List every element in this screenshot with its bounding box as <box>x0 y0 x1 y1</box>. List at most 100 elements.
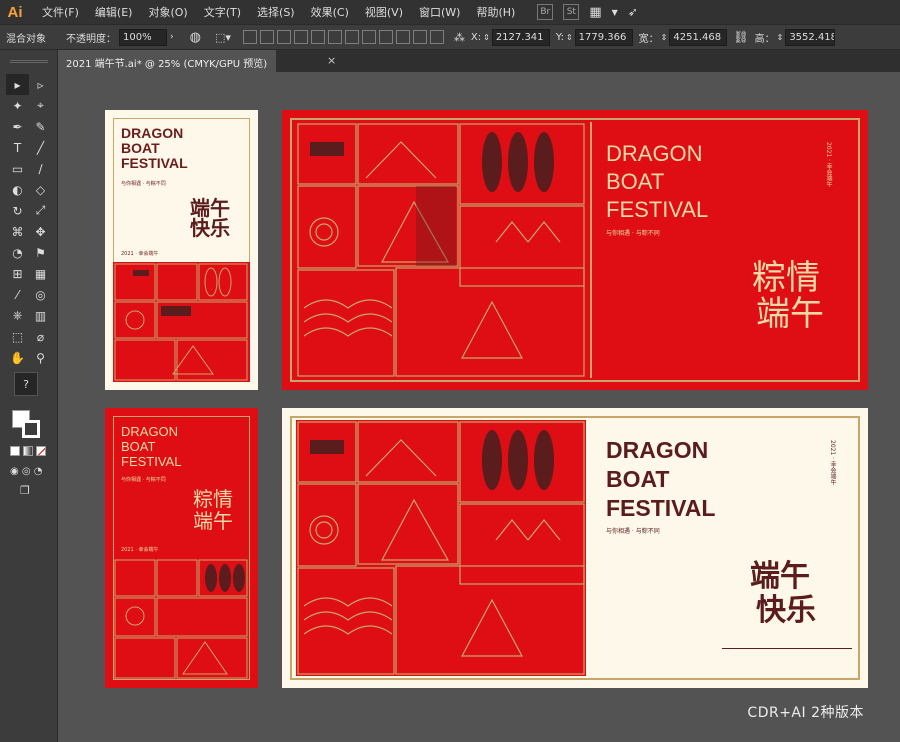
distribute-left-icon[interactable] <box>395 30 410 44</box>
gradient-mode-icon[interactable] <box>23 446 33 456</box>
poster-title-en: DRAGON BOAT FESTIVAL <box>121 126 188 171</box>
none-mode-icon[interactable] <box>36 446 46 456</box>
cn-zongqing: 粽情 <box>752 258 820 298</box>
slogan-text: 与你相遇 · 与粽不同 <box>606 230 660 237</box>
stroke-swatch[interactable] <box>22 420 40 438</box>
canvas[interactable]: DRAGON BOAT FESTIVAL 与你相遇 · 与粽不同 端午 快乐 2… <box>58 72 900 742</box>
reference-point-icon[interactable]: ⁂ <box>454 31 465 44</box>
close-icon[interactable]: × <box>327 54 336 67</box>
cn-kuaile: 快乐 <box>190 216 230 240</box>
distribute-bottom-icon[interactable] <box>378 30 393 44</box>
color-mode-icon[interactable] <box>10 446 20 456</box>
x-stepper-icon[interactable]: ⇕ <box>483 33 490 42</box>
direct-selection-tool-icon[interactable]: ▹ <box>29 74 52 95</box>
column-graph-tool-icon[interactable]: ▥ <box>29 305 52 326</box>
type-tool-icon[interactable]: T <box>6 137 29 158</box>
artboard-portrait-cream[interactable]: DRAGON BOAT FESTIVAL 与你相遇 · 与粽不同 端午 快乐 2… <box>105 110 258 390</box>
menu-help[interactable]: 帮助(H) <box>468 4 523 20</box>
lasso-tool-icon[interactable]: ⌖ <box>29 95 52 116</box>
eraser-tool-icon[interactable]: ◇ <box>29 179 52 200</box>
line-tool-icon[interactable]: ╱ <box>29 137 52 158</box>
rocket-icon[interactable]: ➶ <box>628 5 638 19</box>
help-icon[interactable]: ? <box>14 372 38 396</box>
align-left-icon[interactable] <box>242 30 257 44</box>
title-line-festival: FESTIVAL <box>121 454 182 469</box>
select-similar-icon[interactable]: ⬚▾ <box>215 31 231 44</box>
chevron-right-icon[interactable]: › <box>170 32 174 42</box>
distribute-top-icon[interactable] <box>344 30 359 44</box>
perspective-grid-tool-icon[interactable]: ⊞ <box>6 263 29 284</box>
title-line-dragon: DRAGON <box>121 424 179 439</box>
paintbrush-tool-icon[interactable]: ∕ <box>29 158 52 179</box>
menu-select[interactable]: 选择(S) <box>249 4 303 20</box>
pen-tool-icon[interactable]: ✒ <box>6 116 29 137</box>
menu-file[interactable]: 文件(F) <box>34 4 87 20</box>
divider-line <box>722 648 852 649</box>
x-coord: X: ⇕ 2127.341 <box>471 28 550 46</box>
title-line-dragon: DRAGON <box>121 125 184 141</box>
menu-effect[interactable]: 效果(C) <box>303 4 357 20</box>
globe-icon[interactable]: ◍ <box>190 30 201 45</box>
stock-badge[interactable]: St <box>563 4 580 20</box>
height-coord: 高： ⇕ 3552.418 <box>755 28 836 46</box>
distribute-hcenter-icon[interactable] <box>412 30 427 44</box>
artboard-portrait-red[interactable]: DRAGON BOAT FESTIVAL 与你相遇 · 与粽不同 粽情 端午 2… <box>105 408 258 688</box>
width-input[interactable]: 4251.468 <box>669 28 728 46</box>
document-tab-bar: 2021 端午节.ai* @ 25% (CMYK/GPU 预览) × <box>58 50 900 72</box>
y-stepper-icon[interactable]: ⇕ <box>566 33 573 42</box>
artboard-landscape-red[interactable]: DRAGON BOAT FESTIVAL 与你相遇 · 与粽不同 2021 · … <box>282 110 868 390</box>
shape-builder-tool-icon[interactable]: ◔ <box>6 242 29 263</box>
align-hcenter-icon[interactable] <box>259 30 274 44</box>
opacity-label: 不透明度： <box>66 33 116 45</box>
symbol-sprayer-tool-icon[interactable]: ⎈ <box>6 305 29 326</box>
tool-grid: ▸ ▹ ✦ ⌖ ✒ ✎ T ╱ ▭ ∕ ◐ ◇ ↻ ⤢ ⌘ ✥ ◔ ⚑ ⊞ ▦ … <box>6 74 52 368</box>
selection-tool-icon[interactable]: ▸ <box>6 74 29 95</box>
align-top-icon[interactable] <box>293 30 308 44</box>
draw-mode-icon[interactable]: ◉ ◎ ◔ <box>10 466 43 477</box>
distribute-right-icon[interactable] <box>429 30 444 44</box>
workspace-grid-icon[interactable]: ▦ <box>589 5 601 20</box>
align-vcenter-icon[interactable] <box>310 30 325 44</box>
live-paint-tool-icon[interactable]: ⚑ <box>29 242 52 263</box>
menu-object[interactable]: 对象(O) <box>140 4 195 20</box>
height-stepper-icon[interactable]: ⇕ <box>777 33 784 42</box>
eyedropper-tool-icon[interactable]: ⁄ <box>6 284 29 305</box>
distribute-vcenter-icon[interactable] <box>361 30 376 44</box>
curvature-tool-icon[interactable]: ✎ <box>29 116 52 137</box>
rectangle-tool-icon[interactable]: ▭ <box>6 158 29 179</box>
magic-wand-tool-icon[interactable]: ✦ <box>6 95 29 116</box>
menu-edit[interactable]: 编辑(E) <box>87 4 141 20</box>
slice-tool-icon[interactable]: ⌀ <box>29 326 52 347</box>
artboard-tool-icon[interactable]: ⬚ <box>6 326 29 347</box>
opacity-input[interactable]: 100% <box>119 28 167 46</box>
screen-mode-icon[interactable]: ❐ <box>20 484 30 497</box>
menu-window[interactable]: 窗口(W) <box>411 4 468 20</box>
shaper-tool-icon[interactable]: ◐ <box>6 179 29 200</box>
link-icon[interactable]: ⛓ <box>733 30 748 44</box>
document-tab[interactable]: 2021 端午节.ai* @ 25% (CMYK/GPU 预览) <box>58 50 276 72</box>
scale-tool-icon[interactable]: ⤢ <box>29 200 52 221</box>
title-line-boat: BOAT <box>606 169 665 194</box>
align-right-icon[interactable] <box>276 30 291 44</box>
cn-duanwu: 端午 <box>193 509 233 533</box>
align-bottom-icon[interactable] <box>327 30 342 44</box>
festival-pattern-graphic <box>297 421 585 675</box>
artboard-landscape-cream[interactable]: DRAGON BOAT FESTIVAL 与你相遇 · 与粽不同 2021 · … <box>282 408 868 688</box>
zoom-tool-icon[interactable]: ⚲ <box>29 347 52 368</box>
blend-tool-icon[interactable]: ◎ <box>29 284 52 305</box>
banner-title-en: DRAGON BOAT FESTIVAL <box>606 140 708 224</box>
gradient-tool-icon[interactable]: ▦ <box>29 263 52 284</box>
panel-grip[interactable] <box>10 60 48 63</box>
width-tool-icon[interactable]: ⌘ <box>6 221 29 242</box>
height-input[interactable]: 3552.418 <box>785 28 836 46</box>
x-input[interactable]: 2127.341 <box>491 28 550 46</box>
puppet-warp-tool-icon[interactable]: ✥ <box>29 221 52 242</box>
chevron-down-icon[interactable]: ▼ <box>612 8 618 17</box>
bridge-badge[interactable]: Br <box>537 4 554 20</box>
menu-type[interactable]: 文字(T) <box>196 4 249 20</box>
hand-tool-icon[interactable]: ✋ <box>6 347 29 368</box>
menu-view[interactable]: 视图(V) <box>357 4 411 20</box>
width-stepper-icon[interactable]: ⇕ <box>661 33 668 42</box>
rotate-tool-icon[interactable]: ↻ <box>6 200 29 221</box>
y-input[interactable]: 1779.366 <box>574 28 633 46</box>
